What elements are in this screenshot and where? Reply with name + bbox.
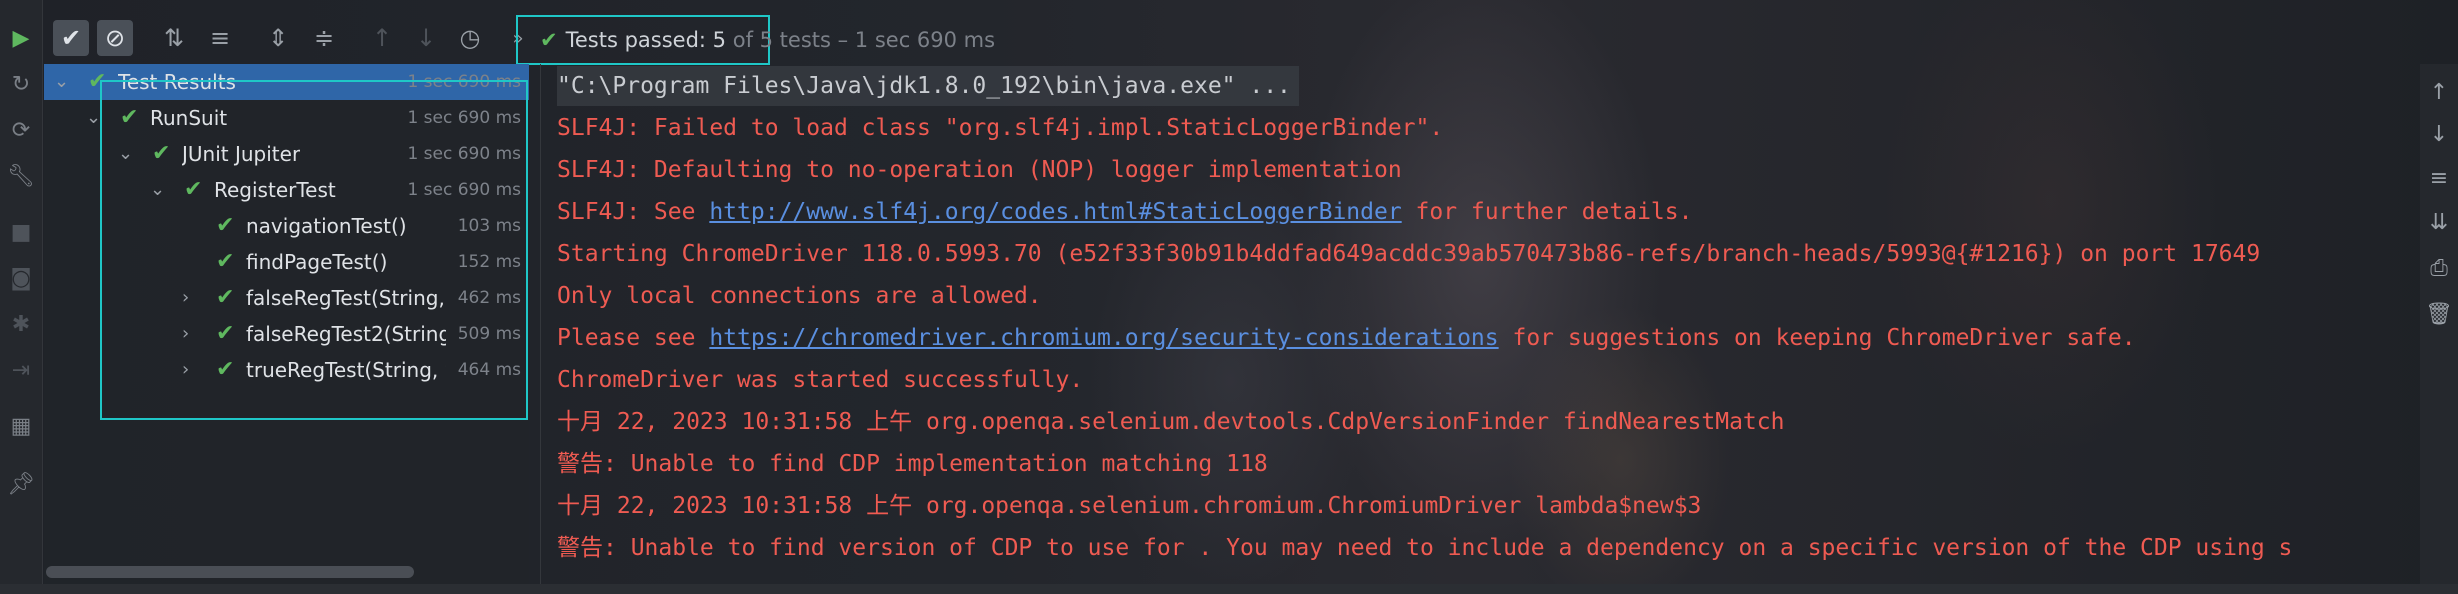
settings-wrench-icon[interactable]: 🔧︎ bbox=[7, 162, 35, 190]
exit-icon[interactable]: ⇥ bbox=[7, 356, 35, 384]
pin-icon[interactable]: 📌︎ bbox=[7, 470, 35, 498]
toggle-auto-test-icon[interactable]: ⟳ bbox=[7, 116, 35, 144]
debug-icon[interactable]: ✱ bbox=[7, 310, 35, 338]
console-line: 警告: Unable to find CDP implementation ma… bbox=[557, 451, 1268, 477]
scroll-down-icon[interactable]: ↓ bbox=[2425, 120, 2453, 148]
tree-horizontal-scrollbar[interactable] bbox=[46, 566, 414, 578]
show-ignored-icon[interactable]: ⊘ bbox=[97, 20, 133, 56]
console-line: SLF4J: See http://www.slf4j.org/codes.ht… bbox=[557, 192, 1692, 232]
trash-icon[interactable]: 🗑︎ bbox=[2425, 300, 2453, 328]
test-status-summary: ✔ Tests passed: 5 of 5 tests – 1 sec 690 … bbox=[540, 23, 995, 57]
soft-wrap-icon[interactable]: ≡ bbox=[2425, 164, 2453, 192]
panel-divider[interactable] bbox=[540, 64, 541, 584]
console-text: SLF4J: See bbox=[557, 199, 710, 225]
chevron-down-icon[interactable]: ⌄ bbox=[86, 100, 101, 136]
console-line: "C:\Program Files\Java\jdk1.8.0_192\bin\… bbox=[557, 66, 1299, 106]
status-count: 5 bbox=[712, 28, 727, 52]
console-output[interactable]: "C:\Program Files\Java\jdk1.8.0_192\bin\… bbox=[545, 64, 2420, 584]
history-icon[interactable]: ◷ bbox=[452, 20, 488, 56]
bottom-scroll-area bbox=[0, 584, 2458, 594]
console-line: SLF4J: Defaulting to no-operation (NOP) … bbox=[557, 157, 1402, 183]
next-failed-icon[interactable]: ↓ bbox=[408, 20, 444, 56]
layout-icon[interactable]: ▦ bbox=[7, 412, 35, 440]
scroll-to-end-icon[interactable]: ⇊ bbox=[2425, 208, 2453, 236]
console-line: ChromeDriver was started successfully. bbox=[557, 367, 1084, 393]
console-text: for further details. bbox=[1401, 199, 1693, 225]
show-passed-icon[interactable]: ✔ bbox=[53, 20, 89, 56]
console-line: Please see https://chromedriver.chromium… bbox=[557, 318, 2136, 358]
console-line: Only local connections are allowed. bbox=[557, 283, 1042, 309]
slf4j-link[interactable]: http://www.slf4j.org/codes.html#StaticLo… bbox=[709, 199, 1401, 225]
passed-check-icon: ✔ bbox=[540, 28, 558, 52]
collapse-all-icon[interactable]: ≑ bbox=[306, 20, 342, 56]
chromedriver-security-link[interactable]: https://chromedriver.chromium.org/securi… bbox=[709, 325, 1498, 351]
scroll-up-icon[interactable]: ↑ bbox=[2425, 78, 2453, 106]
left-tool-strip: ▶ ↻ ⟳ 🔧︎ ■ ◙ ✱ ⇥ ▦ 📌︎ bbox=[0, 0, 43, 594]
tree-highlight-box bbox=[100, 80, 528, 420]
run-icon[interactable]: ▶ bbox=[7, 24, 35, 52]
console-line: 十月 22, 2023 10:31:58 上午 org.openqa.selen… bbox=[557, 409, 1785, 435]
console-line: 警告: Unable to find version of CDP to use… bbox=[557, 535, 2293, 561]
console-line: SLF4J: Failed to load class "org.slf4j.i… bbox=[557, 115, 1444, 141]
sort-alpha-icon[interactable]: ⇅ bbox=[156, 20, 192, 56]
camera-icon[interactable]: ◙ bbox=[7, 264, 35, 292]
console-line: Starting ChromeDriver 118.0.5993.70 (e52… bbox=[557, 241, 2261, 267]
console-side-toolbar: ↑ ↓ ≡ ⇊ ⎙ 🗑︎ bbox=[2420, 64, 2458, 594]
status-rest-text: of 5 tests – 1 sec 690 ms bbox=[726, 28, 996, 52]
expand-all-icon[interactable]: ⇕ bbox=[260, 20, 296, 56]
sort-duration-icon[interactable]: ≡ bbox=[202, 20, 238, 56]
status-main-text: Tests passed: bbox=[565, 28, 713, 52]
print-icon[interactable]: ⎙ bbox=[2425, 254, 2453, 282]
stop-icon[interactable]: ■ bbox=[7, 218, 35, 246]
prev-failed-icon[interactable]: ↑ bbox=[364, 20, 400, 56]
console-text: Please see bbox=[557, 325, 710, 351]
chevron-down-icon[interactable]: ⌄ bbox=[54, 64, 69, 100]
console-line: 十月 22, 2023 10:31:58 上午 org.openqa.selen… bbox=[557, 493, 1702, 519]
console-text: for suggestions on keeping ChromeDriver … bbox=[1498, 325, 2136, 351]
rerun-failed-icon[interactable]: ↻ bbox=[7, 70, 35, 98]
